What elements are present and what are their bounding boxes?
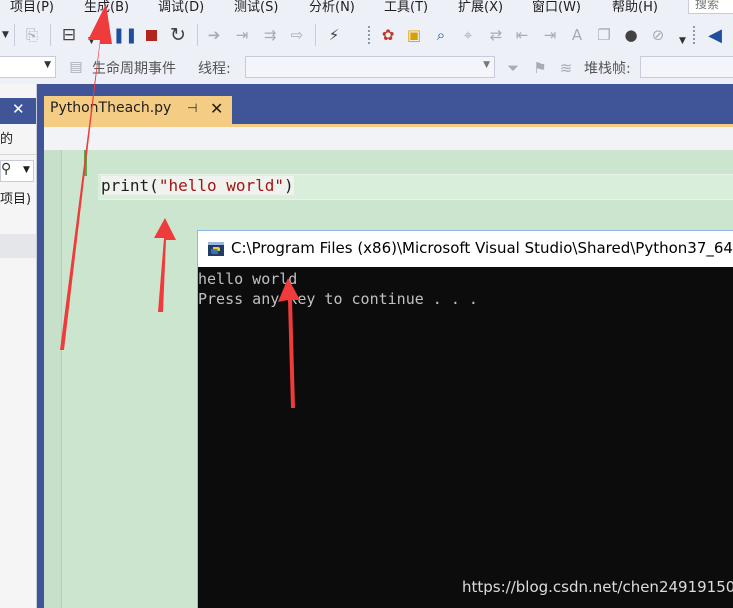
menu-window[interactable]: 窗口(W) [532, 0, 581, 15]
console-window[interactable]: C:\Program Files (x86)\Microsoft Visual … [197, 230, 733, 608]
restart-icon[interactable]: ↻ [168, 24, 188, 46]
pin-icon[interactable]: ⊣ [187, 101, 197, 115]
breakpoint-icon[interactable]: ● [621, 25, 641, 45]
panel-search-input[interactable]: ⚲ ▼ [0, 160, 34, 182]
console-line: Press any key to continue . . . [198, 290, 478, 308]
menu-bar: 项目(P) 生成(B) 调试(D) 测试(S) 分析(N) 工具(T) 扩展(X… [0, 0, 733, 16]
folder-icon[interactable]: ▣ [404, 25, 424, 45]
bookmark-icon[interactable]: ⌖ [458, 25, 478, 45]
clipboard-icon[interactable]: ⎘ [22, 25, 42, 45]
stack-frame-label: 堆栈帧: [584, 61, 631, 77]
selected-tree-item[interactable] [0, 234, 36, 258]
search-icon: ⚲ [1, 161, 12, 177]
stack-frame-dropdown[interactable] [640, 56, 733, 78]
navigate-icon[interactable]: ⇄ [486, 25, 506, 45]
indent-icon[interactable]: ⇥ [540, 25, 560, 45]
solution-explorer-panel: ✕ 的 ⚲ ▼ 项目) [0, 84, 37, 608]
format-icon[interactable]: A [567, 25, 587, 45]
standard-toolbar: ▼ ⎘ ⊟ ▼ ❚❚ ↻ ➔ ⇥ ⇉ ⇨ ⚡ ✿ ▣ ⌕ ⌖ ⇄ ⇤ ⇥ A ❐… [0, 16, 733, 54]
menu-help[interactable]: 帮助(H) [612, 0, 658, 15]
thread-dropdown[interactable]: ▼ [245, 56, 495, 78]
menu-build[interactable]: 生成(B) [84, 0, 129, 15]
console-title-bar[interactable]: C:\Program Files (x86)\Microsoft Visual … [198, 231, 733, 267]
editor-navigation-bar[interactable] [44, 127, 733, 151]
debug-location-toolbar: ▼ ▤ 生命周期事件 线程: ▼ ⏷ ⚑ ≋ 堆栈帧: [0, 54, 733, 85]
step-into-icon[interactable]: ⇥ [232, 25, 252, 45]
code-paren-close: ) [284, 176, 294, 195]
watermark: https://blog.csdn.net/chen249191508 [462, 578, 733, 596]
chevron-down-icon[interactable]: ▼ [679, 36, 686, 46]
editor-margin[interactable] [44, 150, 62, 608]
tab-label[interactable]: PythonTheach.py [50, 100, 171, 116]
step-out-icon[interactable]: ⇨ [287, 25, 307, 45]
outdent-icon[interactable]: ⇤ [512, 25, 532, 45]
lifecycle-events-label[interactable]: 生命周期事件 [92, 58, 176, 78]
menu-test[interactable]: 测试(S) [234, 0, 278, 15]
disabled-breakpoint-icon[interactable]: ⊘ [648, 25, 668, 45]
tab-pythontheach[interactable]: PythonTheach.py ⊣ ✕ [44, 96, 232, 124]
show-next-statement-icon[interactable]: ➔ [204, 25, 224, 45]
close-icon[interactable]: ✕ [210, 99, 223, 118]
lifecycle-events-icon[interactable]: ▤ [66, 57, 86, 77]
toolbar-separator [197, 24, 198, 46]
chevron-down-icon[interactable]: ▼ [23, 165, 30, 175]
process-dropdown[interactable]: ▼ [0, 56, 56, 78]
hot-reload-icon[interactable]: ⚡ [324, 25, 344, 45]
filter-icon[interactable]: ⏷ [503, 58, 523, 78]
code-string: "hello world" [158, 176, 285, 195]
layout-window-icon[interactable]: ⊟ [59, 25, 79, 45]
search-input[interactable]: 搜索 [688, 0, 733, 14]
panel-tab-label[interactable]: 的 [0, 128, 13, 147]
expand-callstack-icon[interactable]: ≋ [556, 58, 576, 78]
toolbar-separator [14, 24, 15, 46]
chevron-down-icon[interactable]: ▼ [2, 30, 9, 40]
console-output: hello world Press any key to continue . .… [198, 269, 478, 309]
project-node-label[interactable]: 项目) [0, 188, 31, 207]
chevron-down-icon[interactable]: ▼ [88, 36, 95, 46]
menu-tools[interactable]: 工具(T) [384, 0, 428, 15]
stop-icon[interactable] [141, 25, 161, 45]
toolbar-grip[interactable] [101, 25, 105, 45]
window-icon[interactable]: ❐ [594, 25, 614, 45]
pause-icon[interactable]: ❚❚ [112, 25, 137, 45]
code-line[interactable]: print("hello world") [101, 176, 294, 195]
menu-project[interactable]: 项目(P) [10, 0, 54, 15]
code-function: print [101, 176, 150, 195]
bug-icon[interactable]: ✿ [378, 25, 398, 45]
navigate-back-icon[interactable]: ◀ [705, 25, 725, 46]
change-indicator [84, 150, 87, 176]
toolbar-grip[interactable] [367, 25, 371, 45]
console-title: C:\Program Files (x86)\Microsoft Visual … [231, 239, 733, 257]
menu-analyze[interactable]: 分析(N) [309, 0, 355, 15]
close-icon[interactable]: ✕ [12, 100, 25, 118]
find-icon[interactable]: ⌕ [431, 25, 451, 45]
step-over-icon[interactable]: ⇉ [260, 25, 280, 45]
toolbar-grip[interactable] [692, 25, 696, 45]
toolbar-separator [315, 24, 316, 46]
python-console-icon [208, 242, 224, 256]
menu-extensions[interactable]: 扩展(X) [458, 0, 503, 15]
flag-threads-icon[interactable]: ⚑ [530, 58, 550, 78]
console-line: hello world [198, 270, 298, 288]
menu-debug[interactable]: 调试(D) [158, 0, 204, 15]
toolbar-separator [50, 24, 51, 46]
thread-label: 线程: [198, 61, 231, 77]
code-paren-open: ( [149, 176, 159, 195]
